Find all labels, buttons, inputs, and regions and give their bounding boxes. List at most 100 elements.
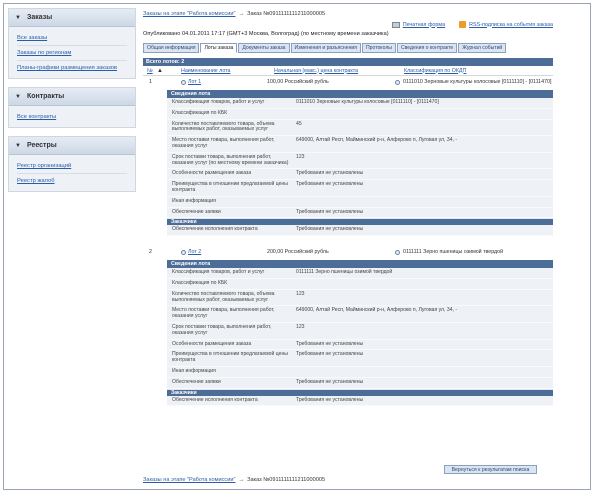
expand-icon[interactable] [395,249,400,255]
sidebar: ▼ Заказы Все заказы Заказы по регионам П… [8,8,136,200]
all-orders-link[interactable]: Все заказы [17,35,127,42]
top-links: Печатная форма RSS-подписка на события з… [391,21,553,28]
return-to-search-button[interactable]: Вернуться к результатам поиска [444,465,537,474]
detail-label: Место поставки товара, выполнения работ,… [172,307,275,320]
orders-panel: ▼ Заказы Все заказы Заказы по регионам П… [8,8,136,79]
detail-row: Место поставки товара, выполнения работ,… [167,306,553,323]
lot-details: Сведения лота Классификация товаров, рабо… [167,260,553,407]
tab-2[interactable]: Лоты заказа [200,43,238,53]
expand-icon[interactable] [181,249,186,255]
breadcrumb-parent-link[interactable]: Заказы на этапе "Работа комиссии" [143,477,235,483]
total-lots-bar: Всего лотов: 2 [143,58,553,66]
detail-label: Количество поставляемого товара, объема … [172,290,275,303]
detail-value [296,369,553,375]
detail-label: Преимущества в отношении предлагаемой це… [172,351,288,364]
tab-1[interactable]: Общая информация [143,43,200,53]
arrow-right-icon: → [238,477,245,483]
tab-bar: Общая информация Лоты заказа Документы зак… [143,43,553,53]
detail-row: Классификация товаров, работ и услуг 0111… [167,268,553,279]
detail-row: Классификация товаров, работ и услуг 0111… [167,98,553,109]
customers-header: Заказчики [167,388,553,396]
detail-value: Требования не установлены [296,396,364,403]
detail-label: Обеспечение заявки [172,378,221,385]
detail-value [296,281,553,287]
detail-value: Требования не установлены [296,340,364,347]
lot-okdp: 0111010 Зерновые культуры колосовые [011… [403,79,552,85]
tab-3[interactable]: Документы заказа [238,43,290,53]
detail-row: Срок поставки товара, выполнения работ, … [167,322,553,340]
sort-asc-icon[interactable]: ▲ [157,68,165,74]
tab-5[interactable]: Протоколы [361,43,396,53]
detail-label: Особенности размещения заказа [172,340,252,347]
column-price[interactable]: Начальная (макс.) цена контракта [260,68,370,74]
detail-value: 123 [296,290,305,297]
tab-6[interactable]: Сведения о контракте [396,43,458,53]
print-form-link[interactable]: Печатная форма [403,22,445,28]
divider [17,173,127,174]
detail-value: 649000, Алтай Респ, Майминский р-н, Алфе… [296,137,458,144]
expand-icon[interactable] [181,79,186,85]
contracts-panel-title: Контракты [26,93,65,100]
detail-row: Преимущества в отношении предлагаемой це… [167,180,553,197]
lot-number: 1 [149,79,152,85]
order-plans-link[interactable]: Планы-графики размещения заказов [17,65,127,72]
registries-panel-title: Реестры [26,142,57,149]
detail-row: Обеспечение заявки Требования не установл… [167,377,553,389]
detail-label: Иная информация [172,367,216,374]
breadcrumb: Заказы на этапе "Работа комиссии" → Зака… [143,10,553,18]
breadcrumb-current: Заказ №0911111111211000005 [247,11,326,17]
detail-label: Преимущества в отношении предлагаемой це… [172,181,288,193]
detail-row: Обеспечение исполнения контракта Требован… [167,395,553,407]
lot-name-link[interactable]: Лот 1 [188,79,201,85]
detail-value: Требования не установлены [296,181,364,188]
detail-value: 123 [296,323,305,330]
divider [17,45,127,46]
rss-icon [459,21,467,28]
lot-row: 1 Лот 1 100,00 Российский рубль 0111010 Зер… [143,76,553,88]
orders-by-region-link[interactable]: Заказы по регионам [17,50,127,57]
detail-label: Классификация товаров, работ и услуг [172,269,265,276]
table-header: № ▲ Наименование лота Начальная (макс.) … [143,66,553,76]
detail-value: 0111010 Зерновые культуры колосовые [011… [296,99,439,105]
detail-value [296,111,553,117]
orders-panel-title: Заказы [26,14,53,21]
detail-row: Преимущества в отношении предлагаемой це… [167,350,553,367]
registries-panel: ▼ Реестры Реестр организаций Реестр жало… [8,136,136,192]
complaints-registry-link[interactable]: Реестр жалоб [17,178,127,185]
all-contracts-link[interactable]: Все контракты [17,114,127,121]
detail-value [296,199,553,205]
detail-row: Количество поставляемого товара, объема … [167,289,553,307]
lot-name-link[interactable]: Лот 2 [188,249,201,255]
detail-label: Классификация товаров, работ и услуг [172,99,265,105]
column-name[interactable]: Наименование лота [165,68,260,74]
breadcrumb-parent-link[interactable]: Заказы на этапе "Работа комиссии" [143,11,235,17]
orders-panel-header[interactable]: ▼ Заказы [9,9,135,27]
arrow-right-icon: → [238,11,245,17]
detail-label: Иная информация [172,197,216,204]
rss-subscribe-link[interactable]: RSS-подписка на события заказа [469,22,553,28]
expand-icon[interactable] [395,79,400,85]
collapse-arrow-icon: ▼ [15,93,21,100]
lot-details: Сведения лота Классификация товаров, рабо… [167,90,553,237]
detail-label: Количество поставляемого товара, объема … [172,120,275,133]
detail-label: Классификация по КБК [172,109,228,116]
contracts-panel-header[interactable]: ▼ Контракты [9,88,135,106]
detail-row: Иная информация [167,196,553,208]
detail-value: 123 [296,153,305,160]
collapse-arrow-icon: ▼ [15,142,21,149]
lot-details-header: Сведения лота [167,260,553,269]
detail-label: Классификация по КБК [172,279,228,286]
registries-panel-header[interactable]: ▼ Реестры [9,137,135,155]
detail-value: 649000, Алтай Респ, Майминский р-н, Алфе… [296,307,458,314]
tab-7[interactable]: Журнал событий [458,43,507,53]
column-no[interactable]: № [143,68,157,74]
tab-4[interactable]: Изменения и разъяснения [290,43,361,53]
detail-label: Обеспечение исполнения контракта [172,226,258,233]
column-okdp[interactable]: Классификация по ОКДП [370,68,553,74]
detail-label: Обеспечение исполнения контракта [172,396,258,403]
detail-row: Срок поставки товара, выполнения работ, … [167,152,553,170]
customers-header: Заказчики [167,218,553,226]
detail-value: Требования не установлены [296,378,364,385]
detail-row: Иная информация [167,366,553,378]
organizations-registry-link[interactable]: Реестр организаций [17,163,127,170]
